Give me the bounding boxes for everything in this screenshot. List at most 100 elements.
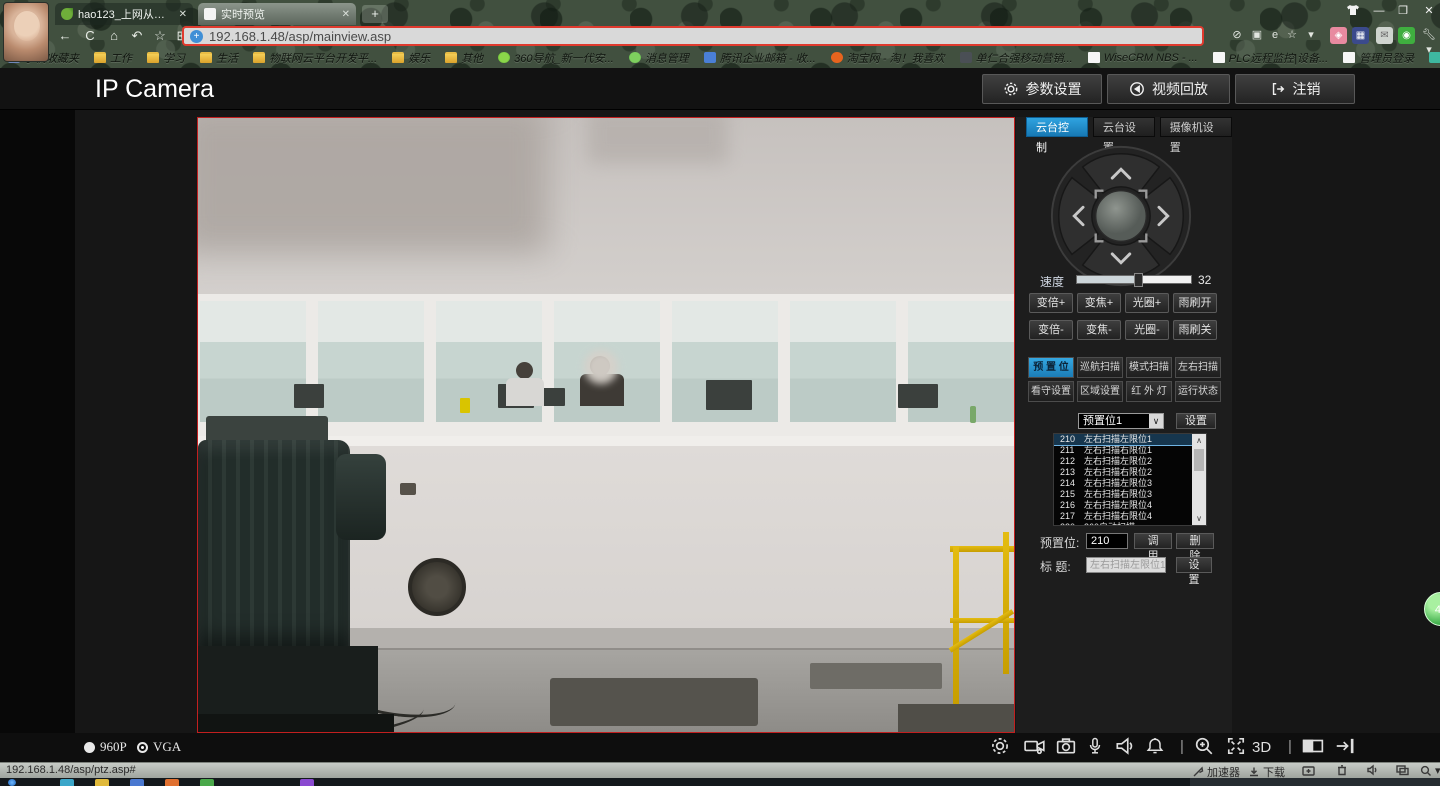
browser-tab-hao123[interactable]: hao123_上网从这里开始 ✕ xyxy=(55,3,193,25)
bookmark-item[interactable]: PLC远程监控|设备... xyxy=(1213,50,1328,66)
wrench-menu-icon[interactable]: 🔧︎▾ xyxy=(1420,28,1438,44)
list-item[interactable]: 216左右扫描左限位4 xyxy=(1054,500,1206,511)
speaker-icon[interactable] xyxy=(1114,736,1138,758)
wiper-on-button[interactable]: 雨刷开 xyxy=(1173,293,1217,313)
preset-list[interactable]: 210左右扫描左限位1 211左右扫描右限位1 212左右扫描左限位2 213左… xyxy=(1053,433,1207,526)
address-input[interactable] xyxy=(209,29,1196,44)
close-button[interactable]: ✕ xyxy=(1418,4,1440,20)
taskbar-app-icon[interactable] xyxy=(300,779,314,786)
skin-button[interactable] xyxy=(1342,4,1364,20)
preset-number-input[interactable] xyxy=(1086,533,1128,549)
bookmark-item[interactable]: 其他 xyxy=(445,50,483,66)
favorite-star-icon[interactable]: ☆ xyxy=(150,27,170,45)
iris-minus-button[interactable]: 光圈- xyxy=(1125,320,1169,340)
bookmark-item[interactable]: 生活 xyxy=(200,50,238,66)
panel-icon[interactable] xyxy=(1302,736,1326,758)
wechat-icon[interactable]: ◉ xyxy=(1398,27,1415,44)
bookmark-item[interactable]: 360导航_新一代安... xyxy=(498,50,614,66)
zoom-minus-button[interactable]: 变倍- xyxy=(1029,320,1073,340)
mic-icon[interactable] xyxy=(1086,736,1110,758)
tab-ptz-control[interactable]: 云台控制 xyxy=(1026,117,1088,137)
settings-icon[interactable] xyxy=(990,736,1014,758)
preset-set-button[interactable]: 设置 xyxy=(1176,413,1216,429)
slider-thumb[interactable] xyxy=(1134,273,1143,287)
taskbar-app-icon[interactable] xyxy=(200,779,214,786)
bookmark-item[interactable]: 消息管理 xyxy=(629,50,689,66)
list-item[interactable]: 220360自动扫描 xyxy=(1054,522,1206,526)
list-item[interactable]: 211左右扫描右限位1 xyxy=(1054,445,1206,456)
bookmark-item[interactable]: 物联网云平台开发平... xyxy=(253,50,377,66)
list-item[interactable]: 213左右扫描右限位2 xyxy=(1054,467,1206,478)
windows-icon[interactable] xyxy=(1396,764,1409,776)
tab-preset[interactable]: 预 置 位 xyxy=(1028,357,1074,378)
collapse-arrow-icon[interactable] xyxy=(1334,736,1358,758)
new-tab-button[interactable]: + xyxy=(362,5,388,23)
taskbar-app-icon[interactable] xyxy=(60,779,74,786)
bookmark-item[interactable]: 腾讯企业邮箱 - 收... xyxy=(704,50,816,66)
param-settings-button[interactable]: 参数设置 xyxy=(982,74,1102,104)
fullscreen-icon[interactable] xyxy=(1226,736,1250,758)
list-item[interactable]: 212左右扫描左限位2 xyxy=(1054,456,1206,467)
extension-blue-icon[interactable]: ▦ xyxy=(1352,27,1369,44)
maximize-button[interactable]: ❐ xyxy=(1392,4,1414,20)
resolution-vga-radio[interactable]: VGA xyxy=(137,739,181,755)
zoom-in-icon[interactable] xyxy=(1194,736,1218,758)
windows-taskbar[interactable] xyxy=(0,778,1440,786)
user-avatar[interactable] xyxy=(3,2,49,62)
chevron-down-icon[interactable]: ∨ xyxy=(1149,414,1163,428)
bookmark-item[interactable]: 单仁合强移动营销... xyxy=(960,50,1073,66)
trash-icon[interactable] xyxy=(1336,764,1348,776)
delete-button[interactable]: 删除 xyxy=(1176,533,1214,549)
adblock-icon[interactable]: ⊘ xyxy=(1228,28,1246,44)
tab-area-settings[interactable]: 区域设置 xyxy=(1077,381,1123,402)
tab-close-icon[interactable]: ✕ xyxy=(179,9,187,20)
medkit-icon[interactable] xyxy=(1302,764,1315,776)
volume-icon[interactable] xyxy=(1366,764,1379,776)
wiper-off-button[interactable]: 雨刷关 xyxy=(1173,320,1217,340)
bookmark-item[interactable]: 工作 xyxy=(94,50,132,66)
taskbar-app-icon[interactable] xyxy=(95,779,109,786)
dropdown-chevron-icon[interactable]: ▾ xyxy=(1302,28,1320,44)
preset-select[interactable]: 预置位1 ∨ xyxy=(1078,413,1164,429)
mail-icon[interactable]: ✉ xyxy=(1376,27,1393,44)
bookmark-item[interactable]: 淘宝网 - 淘！我喜欢 xyxy=(831,50,945,66)
tab-cruise-scan[interactable]: 巡航扫描 xyxy=(1077,357,1123,378)
logout-button[interactable]: 注销 xyxy=(1235,74,1355,104)
scroll-down-icon[interactable]: ∨ xyxy=(1192,512,1206,525)
browser-tab-live-preview[interactable]: 实时预览 ✕ xyxy=(198,3,356,25)
snapshot-icon[interactable] xyxy=(1056,736,1080,758)
bookmark-item[interactable]: 娱乐 xyxy=(392,50,430,66)
list-item[interactable]: 214左右扫描左限位3 xyxy=(1054,478,1206,489)
focus-minus-button[interactable]: 变焦- xyxy=(1077,320,1121,340)
refresh-icon[interactable]: C xyxy=(80,27,100,45)
tab-camera-settings[interactable]: 摄像机设置 xyxy=(1160,117,1232,137)
ie-mode-icon[interactable]: e xyxy=(1266,28,1284,44)
zoom-plus-button[interactable]: 变倍+ xyxy=(1029,293,1073,313)
list-item[interactable]: 210左右扫描左限位1 xyxy=(1054,434,1206,445)
list-item[interactable]: 215左右扫描右限位3 xyxy=(1054,489,1206,500)
speed-slider[interactable] xyxy=(1076,275,1192,284)
extension-pink-icon[interactable]: ◈ xyxy=(1330,27,1347,44)
address-input-highlighted[interactable]: + xyxy=(182,26,1204,46)
screenshot-icon[interactable]: ▣ xyxy=(1248,28,1266,44)
bookmark-item[interactable]: WiseCRM NBS - ... xyxy=(1088,52,1198,64)
call-button[interactable]: 调用 xyxy=(1134,533,1172,549)
tab-pan-scan[interactable]: 左右扫描 xyxy=(1175,357,1221,378)
bookmark-item[interactable]: 管理员登录 xyxy=(1343,50,1414,66)
star-icon[interactable]: ☆ xyxy=(1283,28,1301,44)
undo-icon[interactable]: ↶ xyxy=(127,27,147,45)
record-icon[interactable] xyxy=(1024,736,1048,758)
scroll-up-icon[interactable]: ∧ xyxy=(1192,434,1206,447)
tab-run-status[interactable]: 运行状态 xyxy=(1175,381,1221,402)
home-icon[interactable]: ⌂ xyxy=(104,27,124,45)
tab-ir-light[interactable]: 红 外 灯 xyxy=(1126,381,1172,402)
taskbar-app-icon[interactable] xyxy=(130,779,144,786)
scroll-thumb[interactable] xyxy=(1194,449,1204,471)
start-orb-icon[interactable] xyxy=(8,779,16,786)
tab-pattern-scan[interactable]: 模式扫描 xyxy=(1126,357,1172,378)
focus-plus-button[interactable]: 变焦+ xyxy=(1077,293,1121,313)
live-video[interactable] xyxy=(197,117,1015,733)
tab-close-icon[interactable]: ✕ xyxy=(342,9,350,20)
bookmark-item[interactable]: 湖南华辰智通科技... xyxy=(1429,50,1440,66)
tab-guard-settings[interactable]: 看守设置 xyxy=(1028,381,1074,402)
